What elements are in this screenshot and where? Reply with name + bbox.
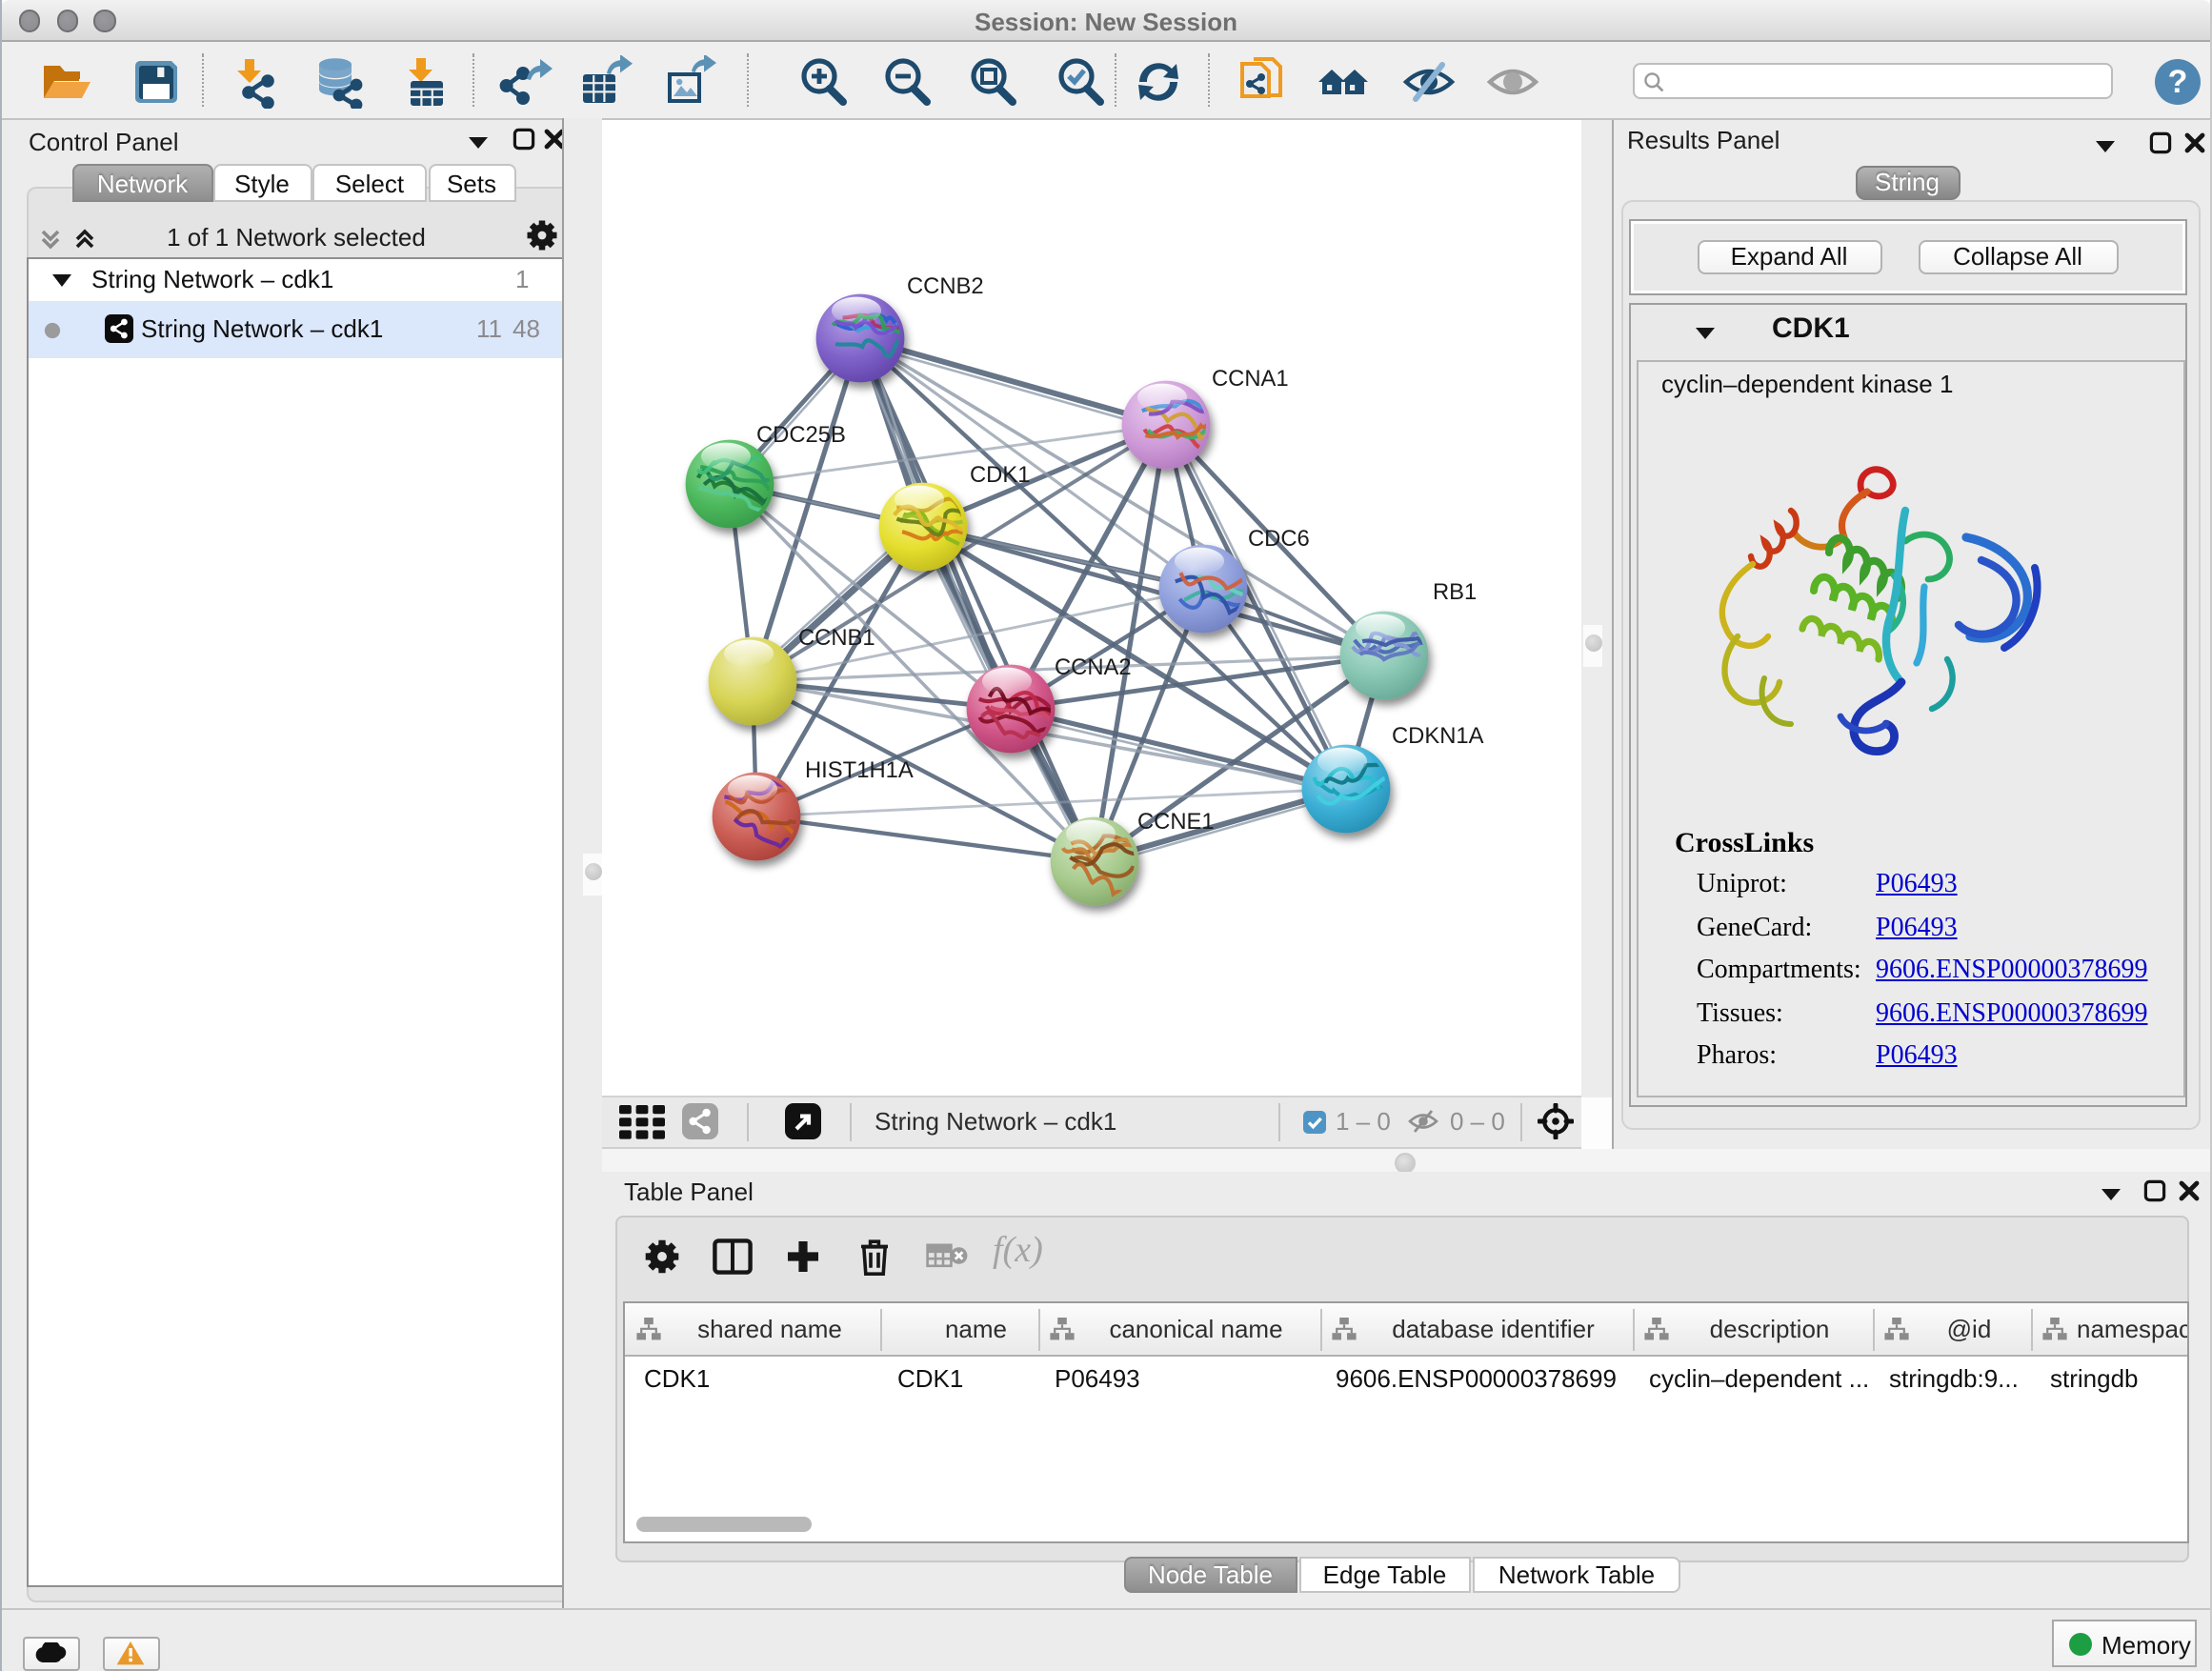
svg-text:CCNB1: CCNB1 xyxy=(798,625,875,651)
svg-text:CDC25B: CDC25B xyxy=(756,422,846,448)
svg-text:CCNA2: CCNA2 xyxy=(1055,654,1132,680)
svg-text:?: ? xyxy=(2167,64,2187,100)
svg-text:RB1: RB1 xyxy=(1433,579,1477,605)
svg-text:CCNB2: CCNB2 xyxy=(907,273,984,299)
svg-text:CCNE1: CCNE1 xyxy=(1137,809,1215,835)
svg-text:CDK1: CDK1 xyxy=(970,462,1030,488)
svg-text:CDC6: CDC6 xyxy=(1248,526,1310,552)
svg-text:HIST1H1A: HIST1H1A xyxy=(805,757,914,783)
svg-text:CCNA1: CCNA1 xyxy=(1212,366,1289,392)
svg-text:CDKN1A: CDKN1A xyxy=(1392,723,1484,749)
